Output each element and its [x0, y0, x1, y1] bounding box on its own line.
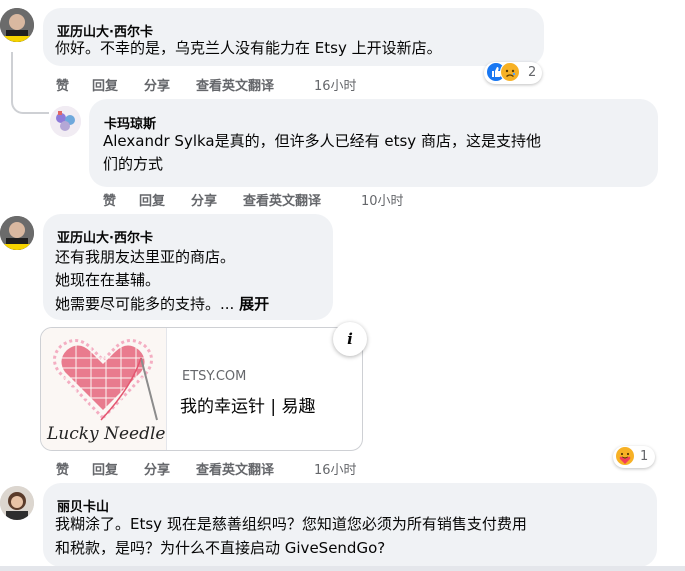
- avatar-image: [0, 486, 34, 520]
- link-preview-image-text: Lucky Needle: [47, 424, 166, 444]
- see-more-link[interactable]: 展开: [239, 295, 269, 313]
- avatar[interactable]: [0, 486, 34, 520]
- comment-bubble: 卡玛琼斯 Alexandr Sylka是真的，但许多人已经有 etsy 商店，这…: [89, 99, 658, 187]
- link-preview-card[interactable]: Lucky Needle ETSY.COM 我的幸运针 | 易趣: [40, 327, 363, 451]
- comment-text-line-1: Alexandr Sylka是真的，但许多人已经有 etsy 商店，这是支持他: [103, 132, 541, 150]
- like-button[interactable]: 赞: [56, 75, 69, 94]
- translate-button[interactable]: 查看英文翻译: [196, 75, 274, 94]
- reaction-count: 2: [528, 65, 537, 80]
- avatar-image: [0, 216, 34, 250]
- reaction-summary[interactable]: 1: [613, 446, 655, 468]
- comment-author[interactable]: 亚历山大·西尔卡: [57, 227, 153, 246]
- care-icon: [615, 446, 635, 466]
- reaction-summary[interactable]: 2: [484, 62, 542, 84]
- like-button[interactable]: 赞: [56, 459, 69, 478]
- link-domain: ETSY.COM: [182, 369, 247, 384]
- comment-actions: 赞 回复 分享 查看英文翻译 16小时: [56, 75, 376, 94]
- info-icon[interactable]: i: [333, 322, 367, 356]
- translate-button[interactable]: 查看英文翻译: [243, 190, 321, 209]
- reaction-count: 1: [640, 449, 649, 464]
- translate-button[interactable]: 查看英文翻译: [196, 459, 274, 478]
- comment-text: 你好。不幸的是，乌克兰人没有能力在 Etsy 上开设新店。: [55, 39, 442, 57]
- link-title: 我的幸运针 | 易趣: [180, 397, 316, 417]
- share-button[interactable]: 分享: [144, 75, 170, 94]
- reply-button[interactable]: 回复: [92, 459, 118, 478]
- comment-actions: 赞 回复 分享 查看英文翻译 10小时: [103, 190, 423, 209]
- avatar-image: [0, 8, 34, 42]
- comment-bubble: 亚历山大·西尔卡 你好。不幸的是，乌克兰人没有能力在 Etsy 上开设新店。: [43, 8, 544, 66]
- heart-icon: [53, 339, 158, 421]
- avatar[interactable]: [0, 8, 34, 42]
- comment-text-line-2: 们的方式: [103, 155, 164, 173]
- sad-icon: [500, 62, 520, 82]
- reply-button[interactable]: 回复: [92, 75, 118, 94]
- comment-bubble: 亚历山大·西尔卡 还有我朋友达里亚的商店。 她现在在基辅。 她需要尽可能多的支持…: [43, 214, 333, 320]
- avatar[interactable]: [0, 216, 34, 250]
- thread-line: [11, 52, 49, 114]
- comment-text-line-1: 还有我朋友达里亚的商店。: [55, 248, 236, 266]
- timestamp[interactable]: 16小时: [314, 75, 357, 94]
- comment-bubble: 丽贝卡山 我糊涂了。Etsy 现在是慈善组织吗？您知道您必须为所有销售支付费用 …: [43, 483, 657, 567]
- comment-actions: 赞 回复 分享 查看英文翻译 16小时: [56, 459, 376, 478]
- timestamp[interactable]: 10小时: [361, 190, 404, 209]
- scroll-edge: [0, 566, 685, 571]
- comment-text-line-2: 她现在在基辅。: [55, 271, 161, 289]
- link-preview-image: Lucky Needle: [41, 328, 167, 450]
- share-button[interactable]: 分享: [191, 190, 217, 209]
- share-button[interactable]: 分享: [144, 459, 170, 478]
- comment-text-line-3: 她需要尽可能多的支持。... 展开: [55, 294, 269, 314]
- avatar-image: [50, 106, 81, 137]
- reply-button[interactable]: 回复: [139, 190, 165, 209]
- comment-text-line-2: 和税款，是吗？为什么不直接启动 GiveSendGo?: [55, 539, 386, 557]
- comment-author[interactable]: 丽贝卡山: [57, 496, 109, 515]
- comment-text: 她需要尽可能多的支持。...: [55, 295, 235, 313]
- timestamp[interactable]: 16小时: [314, 459, 357, 478]
- like-button[interactable]: 赞: [103, 190, 116, 209]
- comment-author[interactable]: 卡玛琼斯: [104, 113, 156, 132]
- avatar[interactable]: [50, 106, 81, 137]
- comment-text-line-1: 我糊涂了。Etsy 现在是慈善组织吗？您知道您必须为所有销售支付费用: [55, 515, 527, 533]
